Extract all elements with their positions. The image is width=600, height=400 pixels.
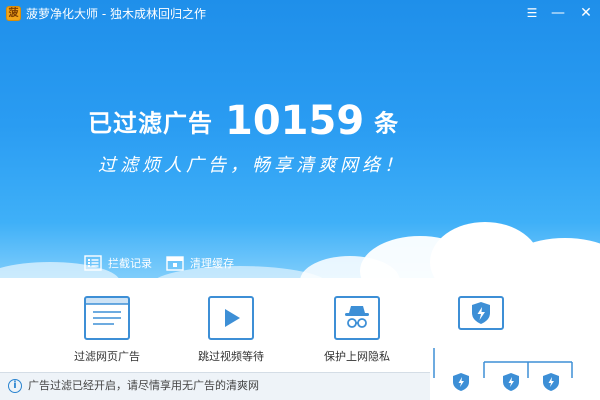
block-log-label: 拦截记录 [108, 257, 152, 270]
slogan-text: 过滤烦人广告，畅享清爽网络！ [98, 155, 406, 176]
status-text: 广告过滤已经开启，请尽情享用无广告的清爽网 [28, 379, 259, 392]
filtered-label: 已过滤广告 [88, 109, 213, 138]
protection-shields [432, 348, 574, 400]
filtered-count: 10159 [225, 98, 365, 144]
feature-skip-video-wait[interactable]: 跳过视频等待 [176, 296, 286, 366]
toolbox-icon [166, 256, 184, 271]
filtered-count-headline: 已过滤广告 10159 条 [88, 98, 398, 144]
feature-skip-video-label: 跳过视频等待 [198, 350, 264, 363]
feature-filter-ads[interactable]: 过滤网页广告 [52, 296, 162, 366]
title-bar[interactable]: 菠 菠萝净化大师 - 独木成林回归之作 ☰ — ✕ [0, 0, 600, 28]
menu-button[interactable]: ☰ [518, 0, 546, 26]
list-icon [84, 255, 102, 271]
shield-icon [472, 302, 490, 324]
feature-shield-tile [458, 296, 504, 330]
shield-icon [453, 373, 469, 391]
play-icon [225, 309, 240, 327]
feature-filter-ads-tile [84, 296, 130, 340]
filtered-unit: 条 [374, 109, 399, 138]
incognito-icon [345, 306, 369, 328]
feature-skip-video-tile [208, 296, 254, 340]
status-bar: i 广告过滤已经开启，请尽情享用无广告的清爽网 [0, 372, 430, 400]
clear-cache-label: 清理缓存 [190, 257, 234, 270]
hero-panel: 菠 菠萝净化大师 - 独木成林回归之作 ☰ — ✕ 已过滤广告 10159 条 过滤… [0, 0, 600, 278]
close-button[interactable]: ✕ [572, 0, 600, 26]
feature-protect-privacy-tile [334, 296, 380, 340]
window-title: 菠萝净化大师 - 独木成林回归之作 [26, 7, 206, 21]
minimize-button[interactable]: — [544, 0, 572, 26]
shield-icon [503, 373, 519, 391]
feature-protect-privacy[interactable]: 保护上网隐私 [302, 296, 412, 366]
clear-cache-link[interactable]: 清理缓存 [166, 253, 234, 273]
app-window: 菠 菠萝净化大师 - 独木成林回归之作 ☰ — ✕ 已过滤广告 10159 条 过滤… [0, 0, 600, 400]
webpage-icon [86, 298, 128, 325]
feature-filter-ads-label: 过滤网页广告 [74, 350, 140, 363]
info-icon: i [8, 379, 22, 393]
shield-icon [543, 373, 559, 391]
app-logo-icon: 菠 [6, 6, 21, 21]
feature-protect-privacy-label: 保护上网隐私 [324, 350, 390, 363]
block-log-link[interactable]: 拦截记录 [84, 253, 152, 273]
